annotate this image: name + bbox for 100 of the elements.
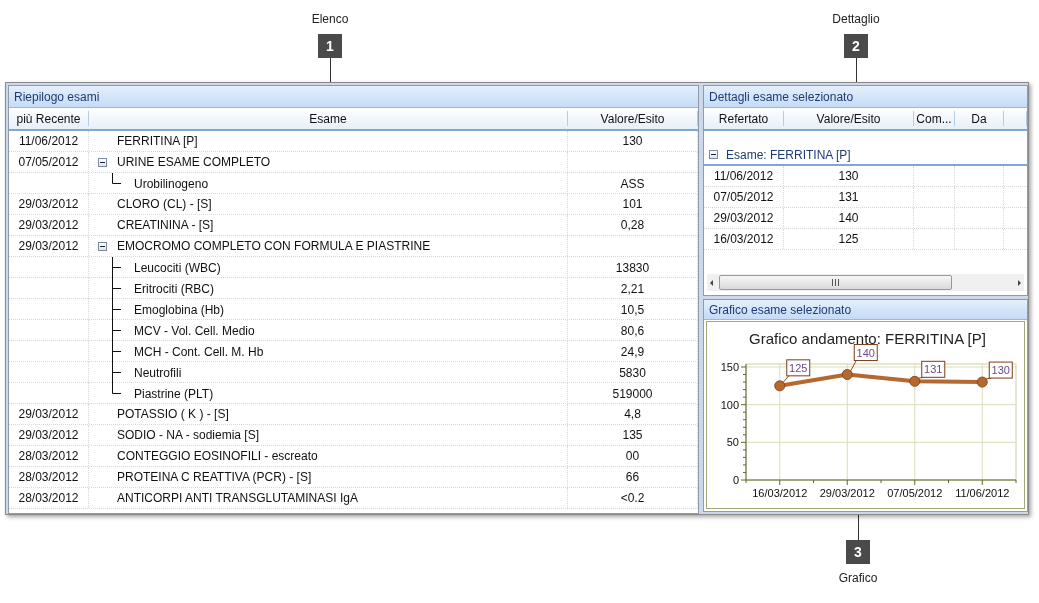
panel-header: Riepilogo esami: [9, 86, 698, 108]
value-cell: 519000: [568, 383, 698, 404]
exam-name: URINE ESAME COMPLETO: [117, 155, 271, 169]
exam-name: Neutrofili: [134, 365, 182, 380]
collapse-toggle[interactable]: [98, 157, 107, 167]
callout-number: 3: [846, 540, 870, 564]
value-cell: 2,21: [568, 278, 698, 299]
column-header[interactable]: Refertato: [704, 111, 784, 126]
date-cell: 29/03/2012: [9, 194, 89, 214]
exam-name: MCH - Cont. Cell. M. Hb: [134, 344, 264, 359]
callout-label: Dettaglio: [832, 12, 880, 26]
tree-line: [112, 341, 122, 362]
callout-label: Grafico: [838, 571, 878, 585]
value-cell: 66: [568, 467, 698, 487]
column-header[interactable]: Valore/Esito: [568, 111, 698, 126]
exam-name: CLORO (CL) - [S]: [117, 197, 212, 211]
value-cell: 135: [568, 425, 698, 445]
horizontal-scrollbar[interactable]: [707, 274, 1024, 291]
exam-name: Urobilinogeno: [134, 176, 209, 191]
callout-number: 2: [844, 34, 868, 58]
y-tick-label: 0: [732, 474, 739, 486]
leader-line: [984, 377, 992, 380]
value-cell: 140: [784, 208, 914, 228]
collapse-toggle[interactable]: [709, 150, 718, 159]
value-cell: 0,28: [568, 215, 698, 235]
date-cell: 28/03/2012: [9, 467, 89, 487]
tree-line: [112, 278, 122, 299]
exam-name: FERRITINA [P]: [117, 134, 198, 148]
callout-number: 1: [318, 34, 342, 58]
value-cell: 00: [568, 446, 698, 466]
date-cell: 07/05/2012: [9, 152, 89, 172]
value-cell: 24,9: [568, 341, 698, 362]
tree-line: [112, 299, 122, 320]
data-point: [909, 375, 921, 387]
callout-label: Elenco: [311, 12, 349, 26]
exam-name: ANTICORPI ANTI TRANSGLUTAMINASI IgA: [117, 491, 358, 505]
minus-icon: [710, 151, 717, 158]
value-cell: 130: [568, 131, 698, 151]
scrollbar-thumb[interactable]: [719, 275, 952, 290]
date-cell: 28/03/2012: [9, 488, 89, 508]
date-cell: 16/03/2012: [704, 229, 784, 249]
date-cell: 11/06/2012: [704, 166, 784, 186]
value-cell: 101: [568, 194, 698, 214]
exam-name: MCV - Vol. Cell. Medio: [134, 323, 255, 338]
group-label: Esame: FERRITINA [P]: [726, 147, 851, 162]
exam-name: Emoglobina (Hb): [134, 302, 225, 317]
panel-header: Grafico esame selezionato: [704, 300, 1027, 320]
data-label: 125: [786, 359, 811, 377]
data-point: [976, 376, 988, 388]
value-cell: 125: [784, 229, 914, 249]
x-tick-label: 16/03/2012: [752, 487, 808, 499]
value-cell: 131: [784, 187, 914, 207]
column-header[interactable]: Com...: [914, 111, 955, 126]
exam-name: CREATININA - [S]: [117, 218, 214, 232]
tree-line: [112, 257, 122, 278]
value-cell: 10,5: [568, 299, 698, 320]
leader-line: [782, 375, 790, 384]
date-cell: 28/03/2012: [9, 446, 89, 466]
date-cell: 29/03/2012: [704, 208, 784, 228]
exam-name: Eritrociti (RBC): [134, 281, 214, 296]
value-cell: 130: [784, 166, 914, 186]
data-label: 140: [853, 344, 878, 362]
exam-name: SODIO - NA - sodiemia [S]: [117, 428, 260, 442]
leader-line: [849, 360, 857, 373]
column-header[interactable]: più Recente: [9, 111, 89, 126]
collapse-toggle[interactable]: [98, 241, 107, 251]
column-header[interactable]: Valore/Esito: [784, 111, 914, 126]
panel-header: Dettagli esame selezionato: [704, 86, 1027, 108]
data-point: [841, 369, 853, 381]
data-label: 130: [988, 361, 1013, 379]
y-tick-label: 150: [720, 361, 739, 373]
column-header[interactable]: Da: [955, 111, 1004, 126]
value-cell: ASS: [568, 173, 698, 194]
x-tick-label: 07/05/2012: [887, 487, 943, 499]
date-cell: 29/03/2012: [9, 404, 89, 424]
value-cell: <0.2: [568, 488, 698, 508]
tree-line: [112, 320, 122, 341]
exam-name: EMOCROMO COMPLETO CON FORMULA E PIASTRINE: [117, 239, 431, 253]
chart-title: Grafico andamento: FERRITINA [P]: [749, 330, 986, 347]
value-cell: 80,6: [568, 320, 698, 341]
exam-name: CONTEGGIO EOSINOFILI - escreato: [117, 449, 318, 463]
y-tick-label: 100: [720, 398, 739, 411]
x-tick-label: 29/03/2012: [819, 487, 875, 499]
y-tick-label: 50: [726, 436, 739, 449]
value-cell: 13830: [568, 257, 698, 278]
date-cell: 29/03/2012: [9, 215, 89, 235]
data-label: 131: [921, 360, 946, 378]
exam-name: Piastrine (PLT): [134, 386, 214, 401]
date-cell: 29/03/2012: [9, 236, 89, 256]
tree-line: [112, 173, 122, 184]
value-cell: 4,8: [568, 404, 698, 424]
exam-name: Leucociti (WBC): [134, 260, 221, 275]
exam-name: PROTEINA C REATTIVA (PCR) - [S]: [117, 470, 312, 484]
exam-name: POTASSIO ( K ) - [S]: [117, 407, 229, 421]
column-header[interactable]: Esame: [89, 111, 568, 126]
data-point: [774, 380, 786, 392]
date-cell: 07/05/2012: [704, 187, 784, 207]
date-cell: 11/06/2012: [9, 131, 89, 151]
date-cell: 29/03/2012: [9, 425, 89, 445]
x-tick-label: 11/06/2012: [955, 487, 1010, 499]
